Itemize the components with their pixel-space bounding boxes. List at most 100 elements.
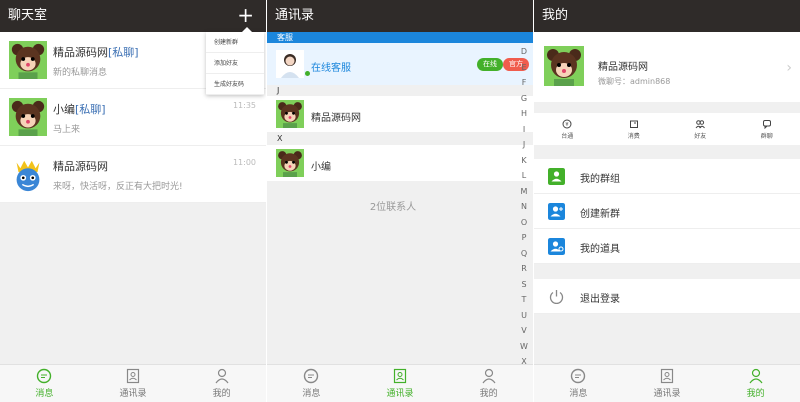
alpha-letter[interactable]: O: [518, 215, 530, 231]
online-badge: 在线: [477, 58, 503, 71]
alpha-letter[interactable]: Q: [518, 246, 530, 262]
add-button[interactable]: +: [237, 0, 254, 30]
alpha-letter[interactable]: M: [518, 184, 530, 200]
profile-name: 精品源码网: [598, 62, 648, 73]
alpha-letter[interactable]: H: [518, 106, 530, 122]
tab-mine[interactable]: 我的: [177, 365, 266, 402]
logout-button[interactable]: 退出登录: [534, 279, 800, 314]
tab-messages[interactable]: 消息: [534, 365, 623, 402]
alpha-letter[interactable]: D: [518, 44, 530, 60]
chat-bubble-icon: [37, 368, 52, 384]
chat-item[interactable]: 精品源码网 来呀，快活呀，反正有大把时光! 11:00: [0, 146, 266, 203]
person-icon: [749, 368, 763, 384]
bear-avatar-icon: [276, 100, 304, 128]
alpha-letter[interactable]: S: [518, 277, 530, 293]
chat-time: 11:00: [232, 158, 256, 167]
alpha-letter[interactable]: W: [518, 339, 530, 355]
menu-my-groups[interactable]: 我的群组: [534, 159, 800, 194]
alpha-letter[interactable]: R: [518, 261, 530, 277]
bottom-tab-bar: 消息 通讯录 我的: [267, 364, 533, 402]
alpha-letter[interactable]: V: [518, 323, 530, 339]
alpha-letter[interactable]: P: [518, 230, 530, 246]
menu-create-group[interactable]: 创建新群: [206, 32, 264, 53]
alpha-letter[interactable]: K: [518, 153, 530, 169]
mine-screen: 我的 精品源码网 微聊号：admin868 › ¥ 台通 消费 好友 群聊 我的…: [534, 0, 800, 402]
alphabet-index[interactable]: D E F G H I J K L M N O P Q R S T U V W …: [518, 44, 530, 370]
tab-messages[interactable]: 消息: [0, 365, 89, 402]
contacts-icon: [393, 368, 407, 384]
quick-coin[interactable]: ¥ 台通: [534, 113, 601, 145]
contacts-topbar: 通讯录: [267, 0, 533, 32]
app-screens: 聊天室 + 精品源码网[私聊] 新的私聊消息 小编[私聊] 马上来 11:35 …: [0, 0, 800, 402]
alpha-letter[interactable]: I: [518, 122, 530, 138]
chat-name: 小编[私聊]: [53, 103, 106, 116]
chat-topbar: 聊天室 +: [0, 0, 266, 32]
menu-add-friend[interactable]: 添加好友: [206, 53, 264, 74]
alpha-letter[interactable]: N: [518, 199, 530, 215]
friends-icon: [695, 119, 706, 128]
chat-name: 精品源码网: [53, 160, 108, 173]
chevron-right-icon: ›: [786, 60, 792, 76]
quick-actions: ¥ 台通 消费 好友 群聊: [534, 113, 800, 145]
chat-screen: 聊天室 + 精品源码网[私聊] 新的私聊消息 小编[私聊] 马上来 11:35 …: [0, 0, 266, 402]
tab-contacts[interactable]: 通讯录: [356, 365, 445, 402]
alpha-letter[interactable]: G: [518, 91, 530, 107]
service-section-header: 客服: [267, 32, 533, 43]
bottom-tab-bar: 消息 通讯录 我的: [0, 364, 266, 402]
alpha-letter[interactable]: T: [518, 292, 530, 308]
mine-menu: 我的群组 创建新群 我的道具: [534, 159, 800, 264]
service-name: 在线客服: [311, 63, 351, 74]
contact-item[interactable]: 小编: [267, 145, 533, 181]
alpha-letter[interactable]: J: [518, 137, 530, 153]
section-letter-j: J: [277, 86, 280, 95]
add-menu-popup: 创建新群 添加好友 生成好友码: [206, 27, 264, 95]
svg-text:¥: ¥: [566, 122, 569, 128]
logout-section: 退出登录: [534, 279, 800, 314]
alpha-letter[interactable]: L: [518, 168, 530, 184]
chat-name: 精品源码网[私聊]: [53, 46, 139, 59]
profile-id: 微聊号：admin868: [598, 77, 671, 86]
online-service-item[interactable]: 在线客服 在线 官方: [267, 43, 533, 85]
menu-my-props[interactable]: 我的道具: [534, 229, 800, 264]
menu-create-group[interactable]: 创建新群: [534, 194, 800, 229]
chat-title: 聊天室: [8, 8, 48, 23]
tab-mine[interactable]: 我的: [711, 365, 800, 402]
quick-friends[interactable]: 好友: [667, 113, 734, 145]
group-chat-icon: [762, 119, 771, 129]
wallet-icon: [629, 120, 638, 128]
tab-contacts[interactable]: 通讯录: [89, 365, 178, 402]
profile-card[interactable]: 精品源码网 微聊号：admin868 ›: [534, 32, 800, 102]
group-avatar-icon: [9, 155, 47, 193]
menu-friend-code[interactable]: 生成好友码: [206, 74, 264, 95]
coin-icon: ¥: [562, 119, 572, 128]
person-icon: [215, 368, 229, 384]
tab-contacts[interactable]: 通讯录: [623, 365, 712, 402]
contacts-screen: 通讯录 客服 在线客服 在线 官方 J 精品源码网 X 小编 2位联系人 D E…: [267, 0, 533, 402]
contacts-icon: [660, 368, 674, 384]
contact-name: 精品源码网: [311, 113, 361, 124]
alpha-letter[interactable]: E: [518, 60, 530, 76]
tab-messages[interactable]: 消息: [267, 365, 356, 402]
quick-consume[interactable]: 消费: [601, 113, 668, 145]
section-letter-x: X: [277, 134, 283, 143]
chat-tag: [私聊]: [108, 46, 139, 59]
alpha-letter[interactable]: F: [518, 75, 530, 91]
contact-item[interactable]: 精品源码网: [267, 96, 533, 132]
contact-count: 2位联系人: [369, 202, 417, 213]
bear-avatar-icon: [276, 149, 304, 177]
power-icon: [549, 290, 564, 304]
contacts-icon: [126, 368, 140, 384]
chat-item[interactable]: 小编[私聊] 马上来 11:35: [0, 89, 266, 146]
mine-title: 我的: [542, 8, 569, 23]
bear-avatar-icon: [9, 98, 47, 136]
chat-preview: 马上来: [53, 125, 81, 135]
bear-avatar-icon: [544, 46, 584, 86]
chat-tag: [私聊]: [75, 103, 106, 116]
chat-preview: 新的私聊消息: [53, 68, 108, 78]
alpha-letter[interactable]: U: [518, 308, 530, 324]
tab-mine[interactable]: 我的: [444, 365, 533, 402]
add-group-icon: [548, 203, 565, 220]
bottom-tab-bar: 消息 通讯录 我的: [534, 364, 800, 402]
contact-name: 小编: [311, 162, 331, 173]
quick-groups[interactable]: 群聊: [734, 113, 800, 145]
